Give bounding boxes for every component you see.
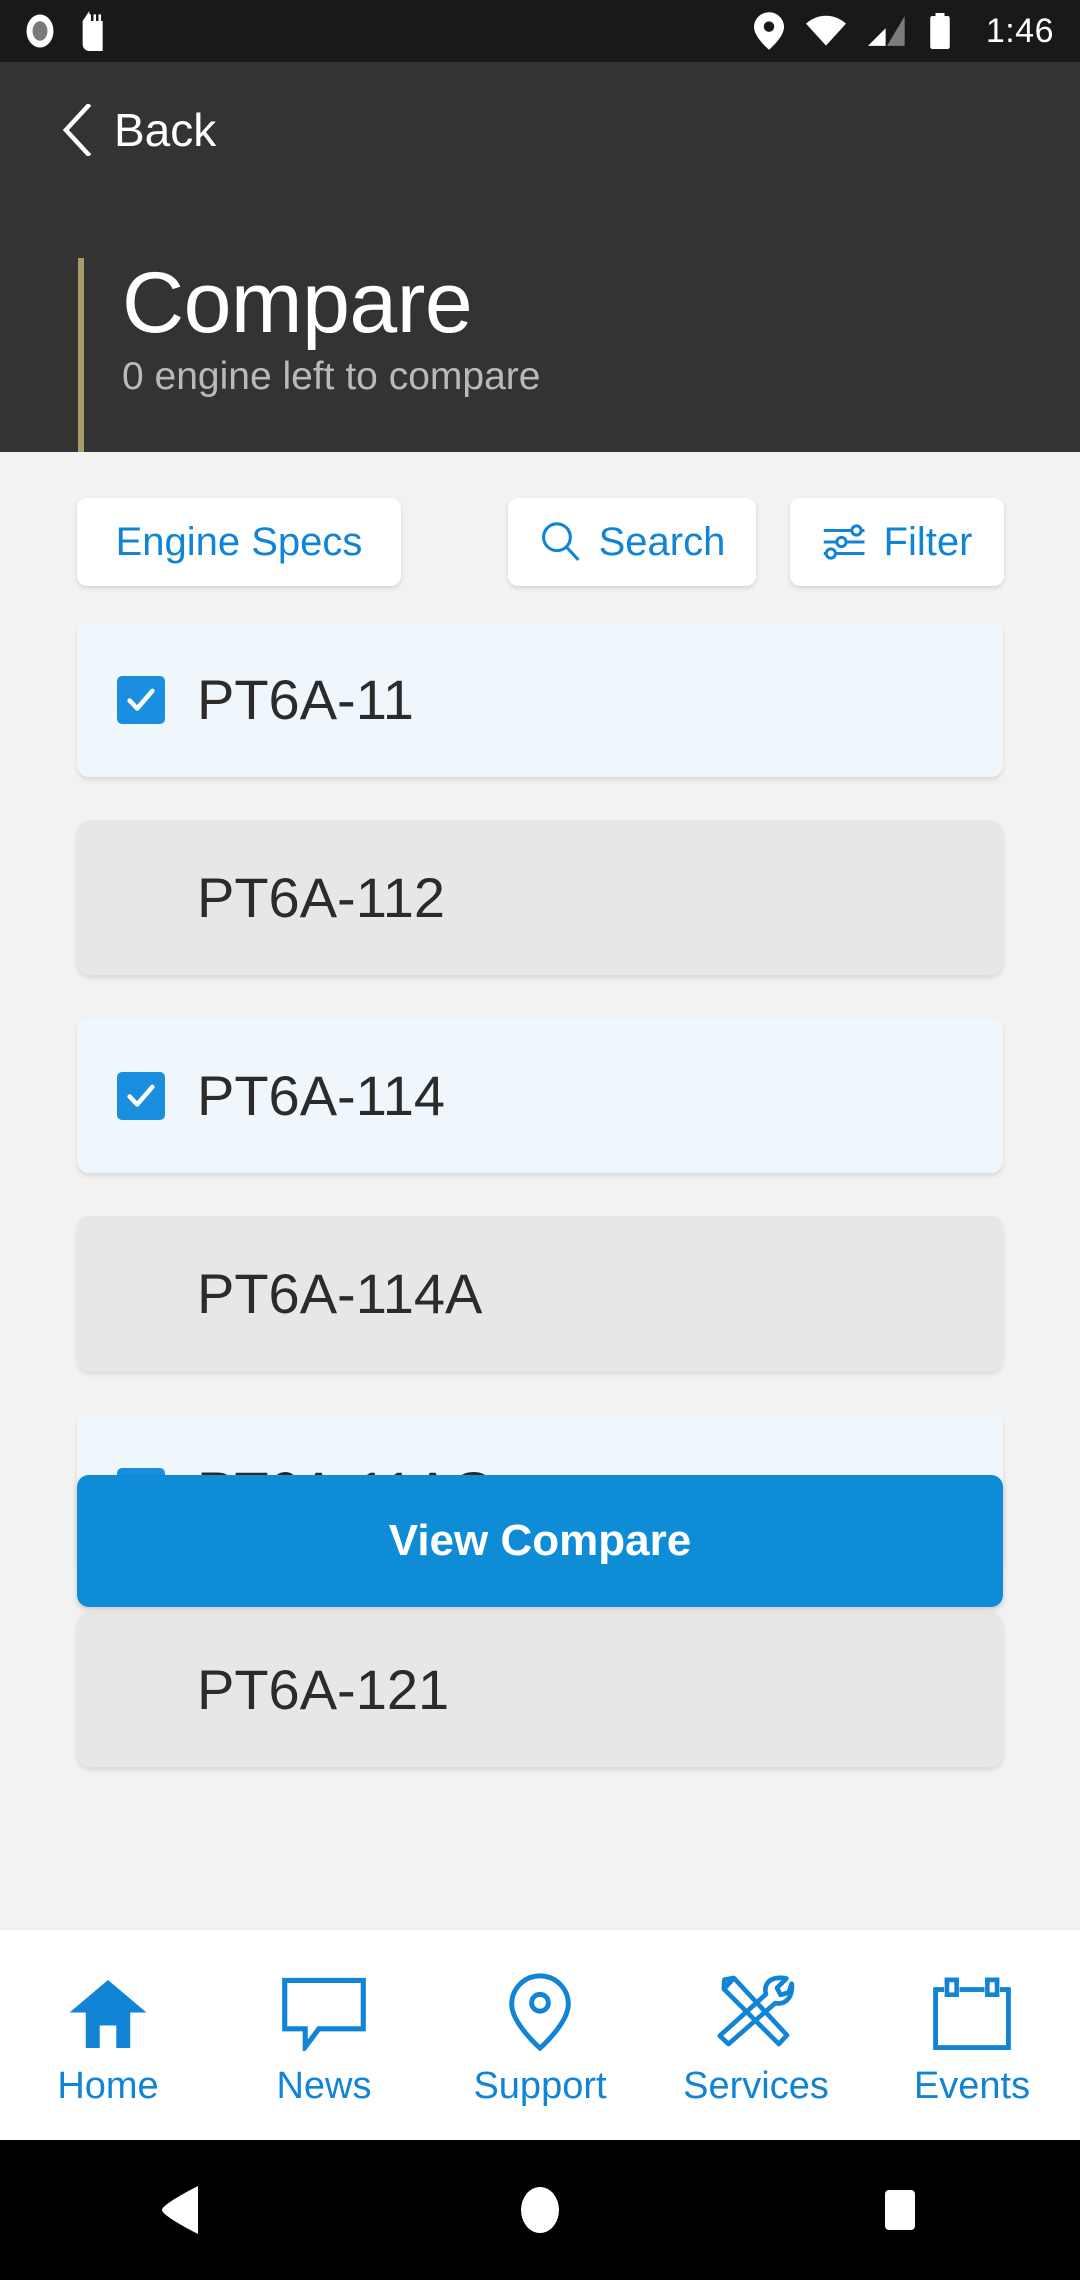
nav-item-support[interactable]: Support (432, 1930, 648, 2140)
engine-name: PT6A-121 (197, 1657, 450, 1721)
title-block: Compare 0 engine left to compare (78, 255, 541, 452)
android-back-button[interactable] (80, 2186, 280, 2234)
search-button[interactable]: Search (508, 498, 756, 586)
back-button[interactable]: Back (62, 104, 216, 156)
home-circle-icon (521, 2187, 559, 2233)
search-label: Search (598, 519, 726, 564)
engine-name: PT6A-11 (197, 667, 414, 731)
engine-specs-label: Engine Specs (115, 519, 363, 564)
title-accent-bar (78, 258, 84, 452)
nav-label-support: Support (473, 2065, 607, 2107)
list-item[interactable]: PT6A-121 (77, 1612, 1003, 1767)
battery-icon (930, 13, 950, 49)
engine-list[interactable]: PT6A-11 PT6A-112 PT6A-114 PT6A-114A PT6A… (0, 622, 1080, 1930)
back-triangle-icon (162, 2186, 198, 2234)
nav-label-events: Events (913, 2065, 1031, 2107)
sd-card-icon (82, 11, 104, 51)
search-icon (541, 522, 580, 562)
android-recents-button[interactable] (800, 2187, 1000, 2233)
content-area: Engine Specs Search Filter PT6A-11 PT6A-… (0, 452, 1080, 1930)
page-subtitle: 0 engine left to compare (122, 355, 541, 399)
toolbar: Engine Specs Search Filter (0, 498, 1080, 586)
checkbox-checked-icon[interactable] (117, 1071, 165, 1120)
nav-label-services: Services (683, 2065, 829, 2107)
list-item[interactable]: PT6A-114 (77, 1018, 1003, 1173)
back-label: Back (114, 104, 217, 156)
calendar-icon (932, 1973, 1012, 2051)
checkbox-slot[interactable] (117, 1071, 179, 1120)
bottom-nav: Home News Support Services Events (0, 1930, 1080, 2140)
record-icon (26, 14, 54, 48)
filter-sliders-icon (823, 524, 865, 560)
map-pin-icon (507, 1973, 573, 2051)
list-item[interactable]: PT6A-112 (77, 820, 1003, 975)
status-bar-clock: 1:46 (985, 12, 1054, 50)
android-home-button[interactable] (440, 2185, 640, 2235)
nav-item-home[interactable]: Home (0, 1930, 216, 2140)
nav-item-events[interactable]: Events (864, 1930, 1080, 2140)
filter-label: Filter (883, 519, 973, 564)
status-bar: 1:46 (0, 0, 1080, 62)
cell-signal-icon (867, 16, 905, 46)
wifi-icon (805, 15, 846, 46)
nav-label-news: News (276, 2065, 372, 2107)
checkbox-slot[interactable] (117, 675, 179, 724)
nav-item-news[interactable]: News (216, 1930, 432, 2140)
tools-icon (715, 1973, 797, 2051)
engine-name: PT6A-114 (197, 1063, 445, 1127)
checkbox-checked-icon[interactable] (117, 675, 165, 724)
page-header: Back Compare 0 engine left to compare (0, 62, 1080, 452)
nav-item-services[interactable]: Services (648, 1930, 864, 2140)
phone-screen: 1:46 Back Compare 0 engine left to compa… (0, 0, 1080, 2280)
list-item[interactable]: PT6A-11 (77, 622, 1003, 777)
nav-label-home: Home (57, 2065, 159, 2107)
filter-button[interactable]: Filter (790, 498, 1004, 586)
status-bar-right-icons: 1:46 (753, 12, 1054, 50)
engine-name: PT6A-114A (197, 1261, 483, 1325)
view-compare-label: View Compare (388, 1516, 692, 1565)
home-icon (66, 1973, 150, 2051)
chevron-left-icon (62, 104, 92, 156)
speech-bubble-icon (281, 1973, 367, 2051)
android-navigation-bar (0, 2140, 1080, 2280)
engine-specs-button[interactable]: Engine Specs (77, 498, 401, 586)
recents-square-icon (885, 2190, 915, 2230)
engine-name: PT6A-112 (197, 865, 445, 929)
location-icon (753, 12, 784, 50)
status-bar-left-icons (22, 11, 112, 51)
list-item[interactable]: PT6A-114A (77, 1216, 1003, 1371)
view-compare-button[interactable]: View Compare (77, 1475, 1003, 1607)
page-title: Compare (122, 255, 473, 351)
